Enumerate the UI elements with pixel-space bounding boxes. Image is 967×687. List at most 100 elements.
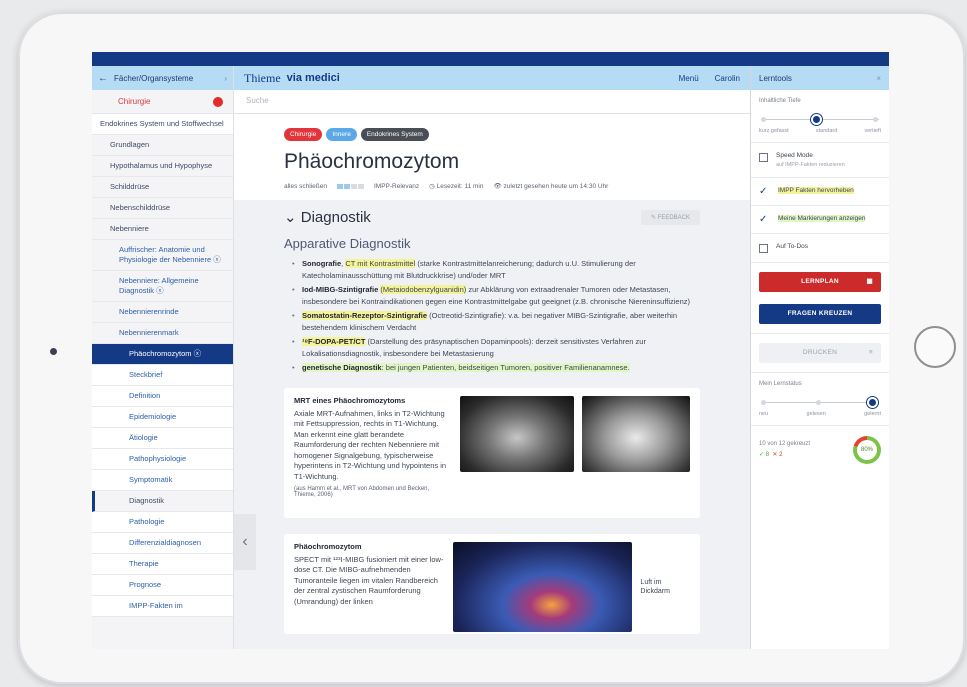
checkbox-unchecked-icon[interactable]: [759, 244, 768, 253]
learning-tools-panel: Lerntools × Inhaltliche Tiefe kurz gefas…: [750, 66, 889, 649]
checkmark-icon[interactable]: ✓: [759, 215, 770, 225]
section-title: Diagnostik: [300, 209, 371, 226]
nav-item[interactable]: Hypothalamus und Hypophyse: [92, 156, 233, 177]
nav-item[interactable]: Pathologie: [92, 512, 233, 533]
nav-item[interactable]: Grundlagen: [92, 135, 233, 156]
impp-label: IMPP-Relevanz: [374, 182, 420, 190]
checkbox-unchecked-icon[interactable]: [759, 153, 768, 162]
status-label: Mein Lernstatus: [759, 381, 802, 387]
impp-highlight-label: IMPP Fakten hervorheben: [778, 187, 854, 194]
status-level-learned[interactable]: gelernt: [864, 411, 881, 417]
show-marks-toggle[interactable]: ✓ Meine Markierungen anzeigen: [751, 206, 889, 234]
question-progress: 10 von 12 gekreuzt ✓ 8 ✕ 2 80%: [751, 426, 889, 474]
print-button[interactable]: DRUCKEN ≡: [759, 343, 881, 363]
figure-title: Phäochromozytom: [294, 541, 362, 551]
section-toggle[interactable]: ⌄ Diagnostik: [284, 208, 371, 226]
nav-item[interactable]: Ätiologie: [92, 428, 233, 449]
tag-endokrines-system[interactable]: Endokrines System: [360, 128, 429, 141]
back-label[interactable]: Fächer/Organsysteme: [114, 74, 193, 83]
nav-item[interactable]: Nebenniere: Allgemeine Diagnostik ⓧ: [92, 271, 233, 302]
camera-dot: [50, 348, 57, 355]
mri-image-t1[interactable]: [581, 395, 691, 472]
figure-mrt[interactable]: MRT eines Phäochromozytoms Axiale MRT-Au…: [284, 387, 700, 518]
nav-item[interactable]: Phäochromozytom ⓧ: [92, 344, 233, 365]
todo-toggle[interactable]: Auf To-Dos: [751, 234, 889, 263]
left-sidebar: ← Fächer/Organsysteme › Chirurgie Endokr…: [92, 66, 234, 649]
mri-image-t2[interactable]: [459, 395, 574, 472]
status-level-read[interactable]: gelesen: [807, 411, 826, 417]
figure-caption: (aus Hamm et al., MRT von Abdomen und Be…: [294, 486, 430, 498]
image-annotation: Luft im Dickdarm: [640, 578, 670, 595]
nav-item[interactable]: Nebenniere: [92, 219, 233, 240]
back-nav[interactable]: ← Fächer/Organsysteme ›: [92, 66, 233, 90]
checkmark-icon[interactable]: ✓: [759, 187, 770, 197]
subject-row[interactable]: Chirurgie: [92, 90, 233, 114]
status-slider[interactable]: [759, 397, 881, 408]
correct-count: ✓ 8: [759, 452, 770, 458]
status-level-new[interactable]: neu: [759, 411, 768, 417]
list-item: Somatostatin-Rezeptor-Szintigrafie (Octr…: [292, 310, 700, 333]
nav-item[interactable]: Epidemiologie: [92, 407, 233, 428]
search-input[interactable]: Suche: [234, 90, 750, 114]
depth-level-standard[interactable]: standard: [816, 128, 837, 134]
screen: ← Fächer/Organsysteme › Chirurgie Endokr…: [92, 52, 889, 649]
close-all-link[interactable]: alles schließen: [284, 183, 327, 190]
list-item: Iod-MIBG-Szintigrafie (Metaiodobenzylgua…: [292, 284, 700, 307]
last-seen: 👁 zuletzt gesehen heute um 14:30 Uhr: [493, 183, 609, 190]
status-slider-knob[interactable]: [867, 397, 878, 408]
term: Sonografie: [302, 259, 342, 268]
topic-nav: Endokrines System und Stoffwechsel Grundl…: [92, 114, 233, 617]
feedback-button[interactable]: ✎ FEEDBACK: [640, 209, 700, 225]
user-link[interactable]: Carolin: [715, 74, 740, 83]
lernplan-button[interactable]: LERNPLAN ▦: [759, 272, 881, 292]
highlighted-term: CT mit Kontrastmittel: [345, 259, 416, 268]
article-header: Chirurgie Innere Endokrines System Phäoc…: [234, 114, 750, 200]
nav-item[interactable]: IMPP-Fakten im: [92, 596, 233, 617]
tag-innere[interactable]: Innere: [326, 128, 357, 141]
nav-item[interactable]: Pathophysiologie: [92, 449, 233, 470]
home-button[interactable]: [914, 326, 956, 368]
nav-item[interactable]: Auffrischer: Anatomie und Physiologie de…: [92, 240, 233, 271]
nav-item[interactable]: Prognose: [92, 575, 233, 596]
nav-item[interactable]: Nebenschilddrüse: [92, 198, 233, 219]
figure-spect[interactable]: Phäochromozytom SPECT mit ¹²³I-MIBG fusi…: [284, 533, 700, 634]
list-item: Sonografie, CT mit Kontrastmittel (stark…: [292, 258, 700, 281]
depth-level-deep[interactable]: vertieft: [864, 128, 881, 134]
spect-ct-image[interactable]: [453, 541, 633, 632]
depth-slider[interactable]: [759, 114, 881, 125]
nav-item[interactable]: Steckbrief: [92, 365, 233, 386]
figure-text: SPECT mit ¹²³I-MIBG fusioniert mit einer…: [294, 554, 444, 606]
chevron-left-icon: ‹: [242, 533, 248, 550]
thieme-logo[interactable]: Thieme: [244, 71, 281, 86]
tag-chirurgie[interactable]: Chirurgie: [284, 128, 323, 141]
via-medici-logo[interactable]: via medici: [287, 72, 340, 84]
speed-mode-toggle[interactable]: Speed Mode auf IMPP-Fakten reduzieren: [751, 143, 889, 178]
back-arrow-icon[interactable]: ←: [98, 73, 108, 84]
status-bar: [92, 52, 889, 66]
menu-link[interactable]: Menü: [679, 74, 699, 83]
depth-label: Inhaltliche Tiefe: [759, 98, 801, 104]
nav-item[interactable]: Diagnostik: [92, 491, 233, 512]
nav-item[interactable]: Therapie: [92, 554, 233, 575]
close-icon[interactable]: ×: [876, 74, 881, 83]
term: Iod-MIBG-Szintigrafie: [302, 285, 379, 294]
chevron-right-icon: ›: [224, 73, 227, 83]
depth-slider-knob[interactable]: [811, 114, 822, 125]
top-bar: Thieme via medici Menü Carolin: [234, 66, 750, 90]
nav-item[interactable]: Differenzialdiagnosen: [92, 533, 233, 554]
depth-control: Inhaltliche Tiefe kurz gefasst standard …: [751, 90, 889, 143]
previous-page-button[interactable]: ‹: [234, 514, 256, 570]
nav-item[interactable]: Nebennierenmark: [92, 323, 233, 344]
diagnostics-list: Sonografie, CT mit Kontrastmittel (stark…: [284, 258, 700, 374]
learning-status: Mein Lernstatus neu gelesen gelernt: [751, 373, 889, 426]
fragen-kreuzen-button[interactable]: FRAGEN KREUZEN: [759, 304, 881, 324]
impp-highlight-toggle[interactable]: ✓ IMPP Fakten hervorheben: [751, 178, 889, 206]
nav-item[interactable]: Symptomatik: [92, 470, 233, 491]
nav-item[interactable]: Endokrines System und Stoffwechsel: [92, 114, 233, 135]
nav-item[interactable]: Nebennierenrinde: [92, 302, 233, 323]
nav-item[interactable]: Definition: [92, 386, 233, 407]
article-content: Chirurgie Innere Endokrines System Phäoc…: [234, 114, 750, 649]
depth-level-short[interactable]: kurz gefasst: [759, 128, 789, 134]
term: genetische Diagnostik: [302, 363, 382, 372]
nav-item[interactable]: Schilddrüse: [92, 177, 233, 198]
